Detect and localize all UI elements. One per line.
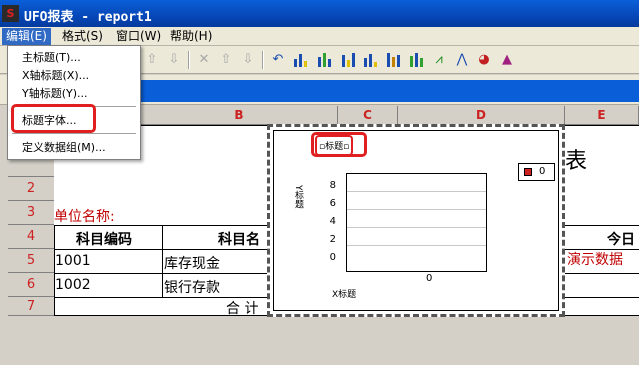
chart-x-label: X标题 xyxy=(332,290,357,300)
row-header-6[interactable]: 6 xyxy=(8,273,54,297)
chart-y-label: Y标题 xyxy=(293,185,303,209)
delete-disabled-icon: ✕ xyxy=(198,52,210,67)
mountain-chart-icon[interactable]: ▲ xyxy=(497,50,517,70)
arrow-down-disabled-icon: ⇩ xyxy=(242,52,254,67)
area-chart-icon[interactable]: ⋀ xyxy=(452,50,472,70)
y-tick: 4 xyxy=(329,216,336,227)
y-tick: 0 xyxy=(329,252,336,263)
header-today: 今日 xyxy=(607,232,635,248)
menu-separator xyxy=(12,133,136,135)
unit-name-label: 单位名称: xyxy=(54,209,115,225)
move-down-disabled-icon: ⇩ xyxy=(168,52,180,67)
3d-bar-icon[interactable] xyxy=(383,50,403,70)
y-tick: 2 xyxy=(329,234,336,245)
menu-help[interactable]: 帮助(H) xyxy=(166,28,216,45)
menu-item-y-axis-title[interactable]: Y轴标题(Y)... xyxy=(22,86,88,102)
menu-item-x-axis-title[interactable]: X轴标题(X)... xyxy=(22,68,89,84)
column-chart-icon[interactable] xyxy=(338,50,358,70)
menu-format[interactable]: 格式(S) xyxy=(58,28,107,45)
gridline xyxy=(347,209,486,210)
move-up-disabled-icon: ⇧ xyxy=(146,52,158,67)
edit-menu-dropdown: 主标题(T)... X轴标题(X)... Y轴标题(Y)... 标题字体... … xyxy=(7,45,141,160)
multi-bar-icon[interactable] xyxy=(406,50,426,70)
menu-edit[interactable]: 编辑(E) xyxy=(2,28,51,45)
column-header-c[interactable]: C xyxy=(338,106,398,125)
y-tick: 6 xyxy=(329,198,336,209)
bar-chart-icon[interactable] xyxy=(290,50,310,70)
row-header-2[interactable]: 2 xyxy=(8,177,54,201)
menu-window[interactable]: 窗口(W) xyxy=(112,28,165,45)
window-title: UFO报表 - report1 xyxy=(24,10,152,25)
header-account-code: 科目编码 xyxy=(76,232,132,248)
menu-bar: 编辑(E) 格式(S) 窗口(W) 帮助(H) xyxy=(0,27,639,46)
legend-label: 0 xyxy=(539,166,546,177)
pie-chart-icon[interactable]: ◕ xyxy=(474,50,494,70)
demo-data-note: 演示数据 xyxy=(567,252,623,268)
toolbar-separator xyxy=(262,51,264,69)
row-6-code: 1002 xyxy=(55,277,91,293)
chart-title-highlight xyxy=(311,132,367,157)
row-6-name: 银行存款 xyxy=(164,280,220,296)
toolbar-separator xyxy=(188,51,190,69)
row-header-4[interactable]: 4 xyxy=(8,225,54,249)
column-header-d[interactable]: D xyxy=(398,106,565,125)
menu-item-define-data-group[interactable]: 定义数据组(M)... xyxy=(22,140,106,156)
row-header-7[interactable]: 7 xyxy=(8,297,54,316)
column-header-b[interactable]: B xyxy=(141,106,338,125)
column-header-e[interactable]: E xyxy=(565,106,639,125)
row-5-name: 库存现金 xyxy=(164,256,220,272)
chart-area: ▫标题▫ Y标题 8 6 4 2 0 0 X标题 0 xyxy=(273,130,559,311)
header-account-name: 科目名 xyxy=(218,232,260,248)
legend-swatch xyxy=(524,168,532,176)
total-label: 合 计 xyxy=(226,301,259,317)
title-font-highlight xyxy=(11,104,96,133)
x-tick: 0 xyxy=(426,273,433,284)
plot-area xyxy=(346,173,487,272)
grid-line xyxy=(162,225,163,297)
stacked-bar-icon[interactable] xyxy=(314,50,334,70)
app-icon: S xyxy=(2,5,19,22)
chart-object[interactable]: ▫标题▫ Y标题 8 6 4 2 0 0 X标题 0 xyxy=(267,124,565,317)
y-tick: 8 xyxy=(329,180,336,191)
grid-line xyxy=(54,225,55,316)
title-bar: S UFO报表 - report1 xyxy=(0,0,639,27)
edit-bar xyxy=(138,80,639,102)
gridline xyxy=(347,245,486,246)
menu-item-main-title[interactable]: 主标题(T)... xyxy=(22,50,81,66)
report-title: 表 xyxy=(565,149,588,174)
row-5-code: 1001 xyxy=(55,253,91,269)
line-chart-icon[interactable]: ⩘ xyxy=(429,50,449,70)
arrow-up-disabled-icon: ⇧ xyxy=(220,52,232,67)
undo-chart-icon[interactable]: ↶ xyxy=(268,50,288,70)
gridline xyxy=(347,227,486,228)
gridline xyxy=(347,191,486,192)
app-icon-label: S xyxy=(6,7,15,20)
grouped-bar-icon[interactable] xyxy=(360,50,380,70)
chart-legend[interactable]: 0 xyxy=(518,163,555,181)
row-header-5[interactable]: 5 xyxy=(8,249,54,273)
row-header-3[interactable]: 3 xyxy=(8,201,54,225)
